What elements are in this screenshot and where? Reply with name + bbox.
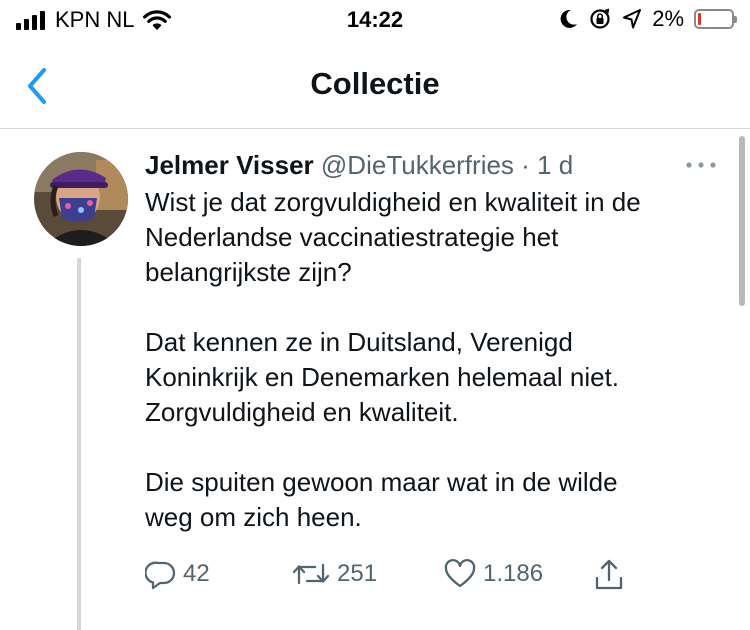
tweet-line: Zorgvuldigheid en kwaliteit. — [145, 397, 459, 427]
tweet-actions: 42 251 1.186 — [145, 558, 635, 594]
tweet-paragraph: Die spuiten gewoon maar wat in de wilde … — [145, 465, 735, 535]
location-arrow-icon — [623, 9, 642, 29]
reply-icon — [145, 561, 176, 590]
retweet-icon — [292, 563, 330, 585]
retweet-button[interactable]: 251 — [291, 558, 377, 590]
share-icon — [595, 559, 623, 590]
more-options-button[interactable] — [684, 152, 718, 178]
author-handle[interactable]: @DieTukkerfries — [321, 150, 514, 180]
scrollbar[interactable] — [739, 136, 745, 306]
like-count: 1.186 — [483, 560, 544, 587]
battery-fill — [698, 13, 701, 25]
status-bar: KPN NL 14:22 2% — [0, 0, 750, 44]
page-title: Collectie — [310, 66, 440, 101]
heart-icon — [444, 559, 476, 588]
battery-percent: 2% — [652, 6, 684, 31]
thread-line — [77, 258, 81, 630]
avatar-image — [34, 152, 128, 246]
tweet-line: Koninkrijk en Denemarken helemaal niet. — [145, 362, 620, 392]
retweet-count: 251 — [337, 560, 378, 587]
like-button[interactable]: 1.186 — [443, 558, 543, 590]
tweet-line: Dat kennen ze in Duitsland, Verenigd — [145, 327, 573, 357]
rotation-lock-icon — [590, 8, 610, 29]
reply-button[interactable]: 42 — [145, 558, 210, 590]
tweet-line: Wist je dat zorgvuldigheid en kwaliteit … — [145, 187, 641, 217]
tweet-header: Jelmer Visser @DieTukkerfries · 1 d — [145, 150, 573, 181]
more-dots-icon — [686, 162, 716, 168]
status-right: 2% — [558, 6, 737, 32]
tweet-line: Nederlandse vaccinatiestrategie het — [145, 222, 559, 252]
tweet-paragraph: Dat kennen ze in Duitsland, Verenigd Kon… — [145, 325, 735, 430]
tweet-line: Die spuiten gewoon maar wat in de wilde — [145, 467, 618, 497]
tweet-line: belangrijkste zijn? — [145, 257, 352, 287]
battery-icon — [694, 9, 737, 29]
tweet-time: 1 d — [537, 150, 574, 180]
tweet-line: weg om zich heen. — [145, 502, 362, 532]
nav-bar: Collectie — [0, 44, 750, 129]
author-name[interactable]: Jelmer Visser — [145, 150, 314, 180]
avatar[interactable] — [34, 152, 128, 246]
tweet-text: Wist je dat zorgvuldigheid en kwaliteit … — [145, 185, 735, 535]
share-button[interactable] — [593, 558, 625, 592]
tweet-paragraph: Wist je dat zorgvuldigheid en kwaliteit … — [145, 185, 735, 290]
separator-dot: · — [521, 150, 530, 180]
moon-icon — [560, 9, 578, 28]
reply-count: 42 — [183, 560, 210, 587]
